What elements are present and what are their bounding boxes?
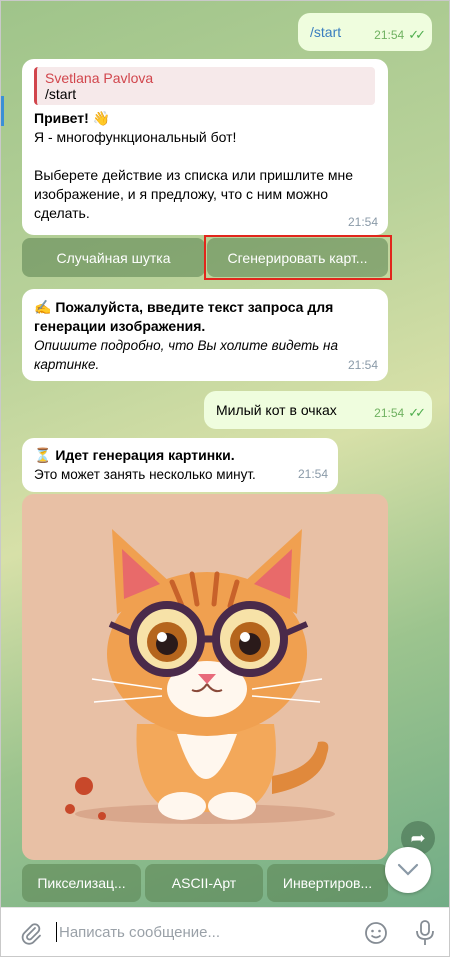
- double-check-icon: ✓✓: [408, 27, 426, 42]
- scroll-down-button[interactable]: [385, 847, 431, 893]
- instructions-text: Выберете действие из списка или пришлите…: [34, 167, 354, 221]
- text-cursor: [56, 922, 57, 942]
- time-text: 21:54: [374, 406, 405, 420]
- highlight-box: [204, 235, 392, 280]
- generating-title: ⏳ Идет генерация картинки.: [34, 447, 235, 463]
- message-time: 21:54: [347, 215, 378, 229]
- ascii-art-button[interactable]: ASCII-Арт: [145, 864, 263, 902]
- microphone-icon[interactable]: [414, 919, 436, 947]
- prompt-subtitle: Опишите подробно, что Вы холите видеть н…: [34, 338, 338, 372]
- message-time: 21:54: [347, 358, 378, 372]
- message-cat-request[interactable]: Милый кот в очках 21:54 ✓✓: [204, 391, 432, 429]
- generating-subtitle: Это может занять несколько минут.: [34, 467, 256, 482]
- message-welcome[interactable]: Svetlana Pavlova /start Привет! 👋 Я - мн…: [22, 59, 388, 235]
- message-time: 21:54 ✓✓: [374, 27, 426, 43]
- invert-button[interactable]: Инвертиров...: [267, 864, 388, 902]
- reply-text: /start: [45, 86, 77, 102]
- double-check-icon: ✓✓: [408, 405, 426, 420]
- message-prompt[interactable]: ✍ Пожалуйста, введите текст запроса для …: [22, 289, 388, 381]
- message-input-bar: Написать сообщение...: [1, 907, 449, 956]
- prompt-title: ✍ Пожалуйста, введите текст запроса для …: [34, 299, 334, 334]
- message-input[interactable]: Написать сообщение...: [59, 924, 220, 941]
- message-generating[interactable]: ⏳ Идет генерация картинки. Это может зан…: [22, 438, 338, 492]
- message-text: Милый кот в очках: [216, 402, 337, 418]
- accent-strip: [1, 96, 4, 126]
- greeting-line: Привет! 👋: [34, 110, 111, 126]
- time-text: 21:54: [374, 28, 405, 42]
- emoji-icon[interactable]: [363, 920, 389, 946]
- message-start[interactable]: /start 21:54 ✓✓: [298, 13, 432, 51]
- reply-preview[interactable]: Svetlana Pavlova /start: [34, 67, 375, 105]
- intro-line: Я - многофункциональный бот!: [34, 129, 237, 145]
- chevron-down-icon: [397, 863, 419, 876]
- reply-author: Svetlana Pavlova: [45, 70, 154, 86]
- chat-window: /start 21:54 ✓✓ Svetlana Pavlova /start П…: [0, 0, 450, 957]
- message-time: 21:54 ✓✓: [374, 405, 426, 421]
- cat-illustration: [65, 529, 335, 824]
- random-joke-button[interactable]: Случайная шутка: [22, 238, 205, 277]
- message-text: /start: [310, 24, 342, 40]
- generated-cat-image[interactable]: [22, 494, 388, 860]
- pixelize-button[interactable]: Пикселизац...: [22, 864, 141, 902]
- paperclip-icon[interactable]: [19, 921, 43, 945]
- message-time: 21:54: [297, 467, 328, 481]
